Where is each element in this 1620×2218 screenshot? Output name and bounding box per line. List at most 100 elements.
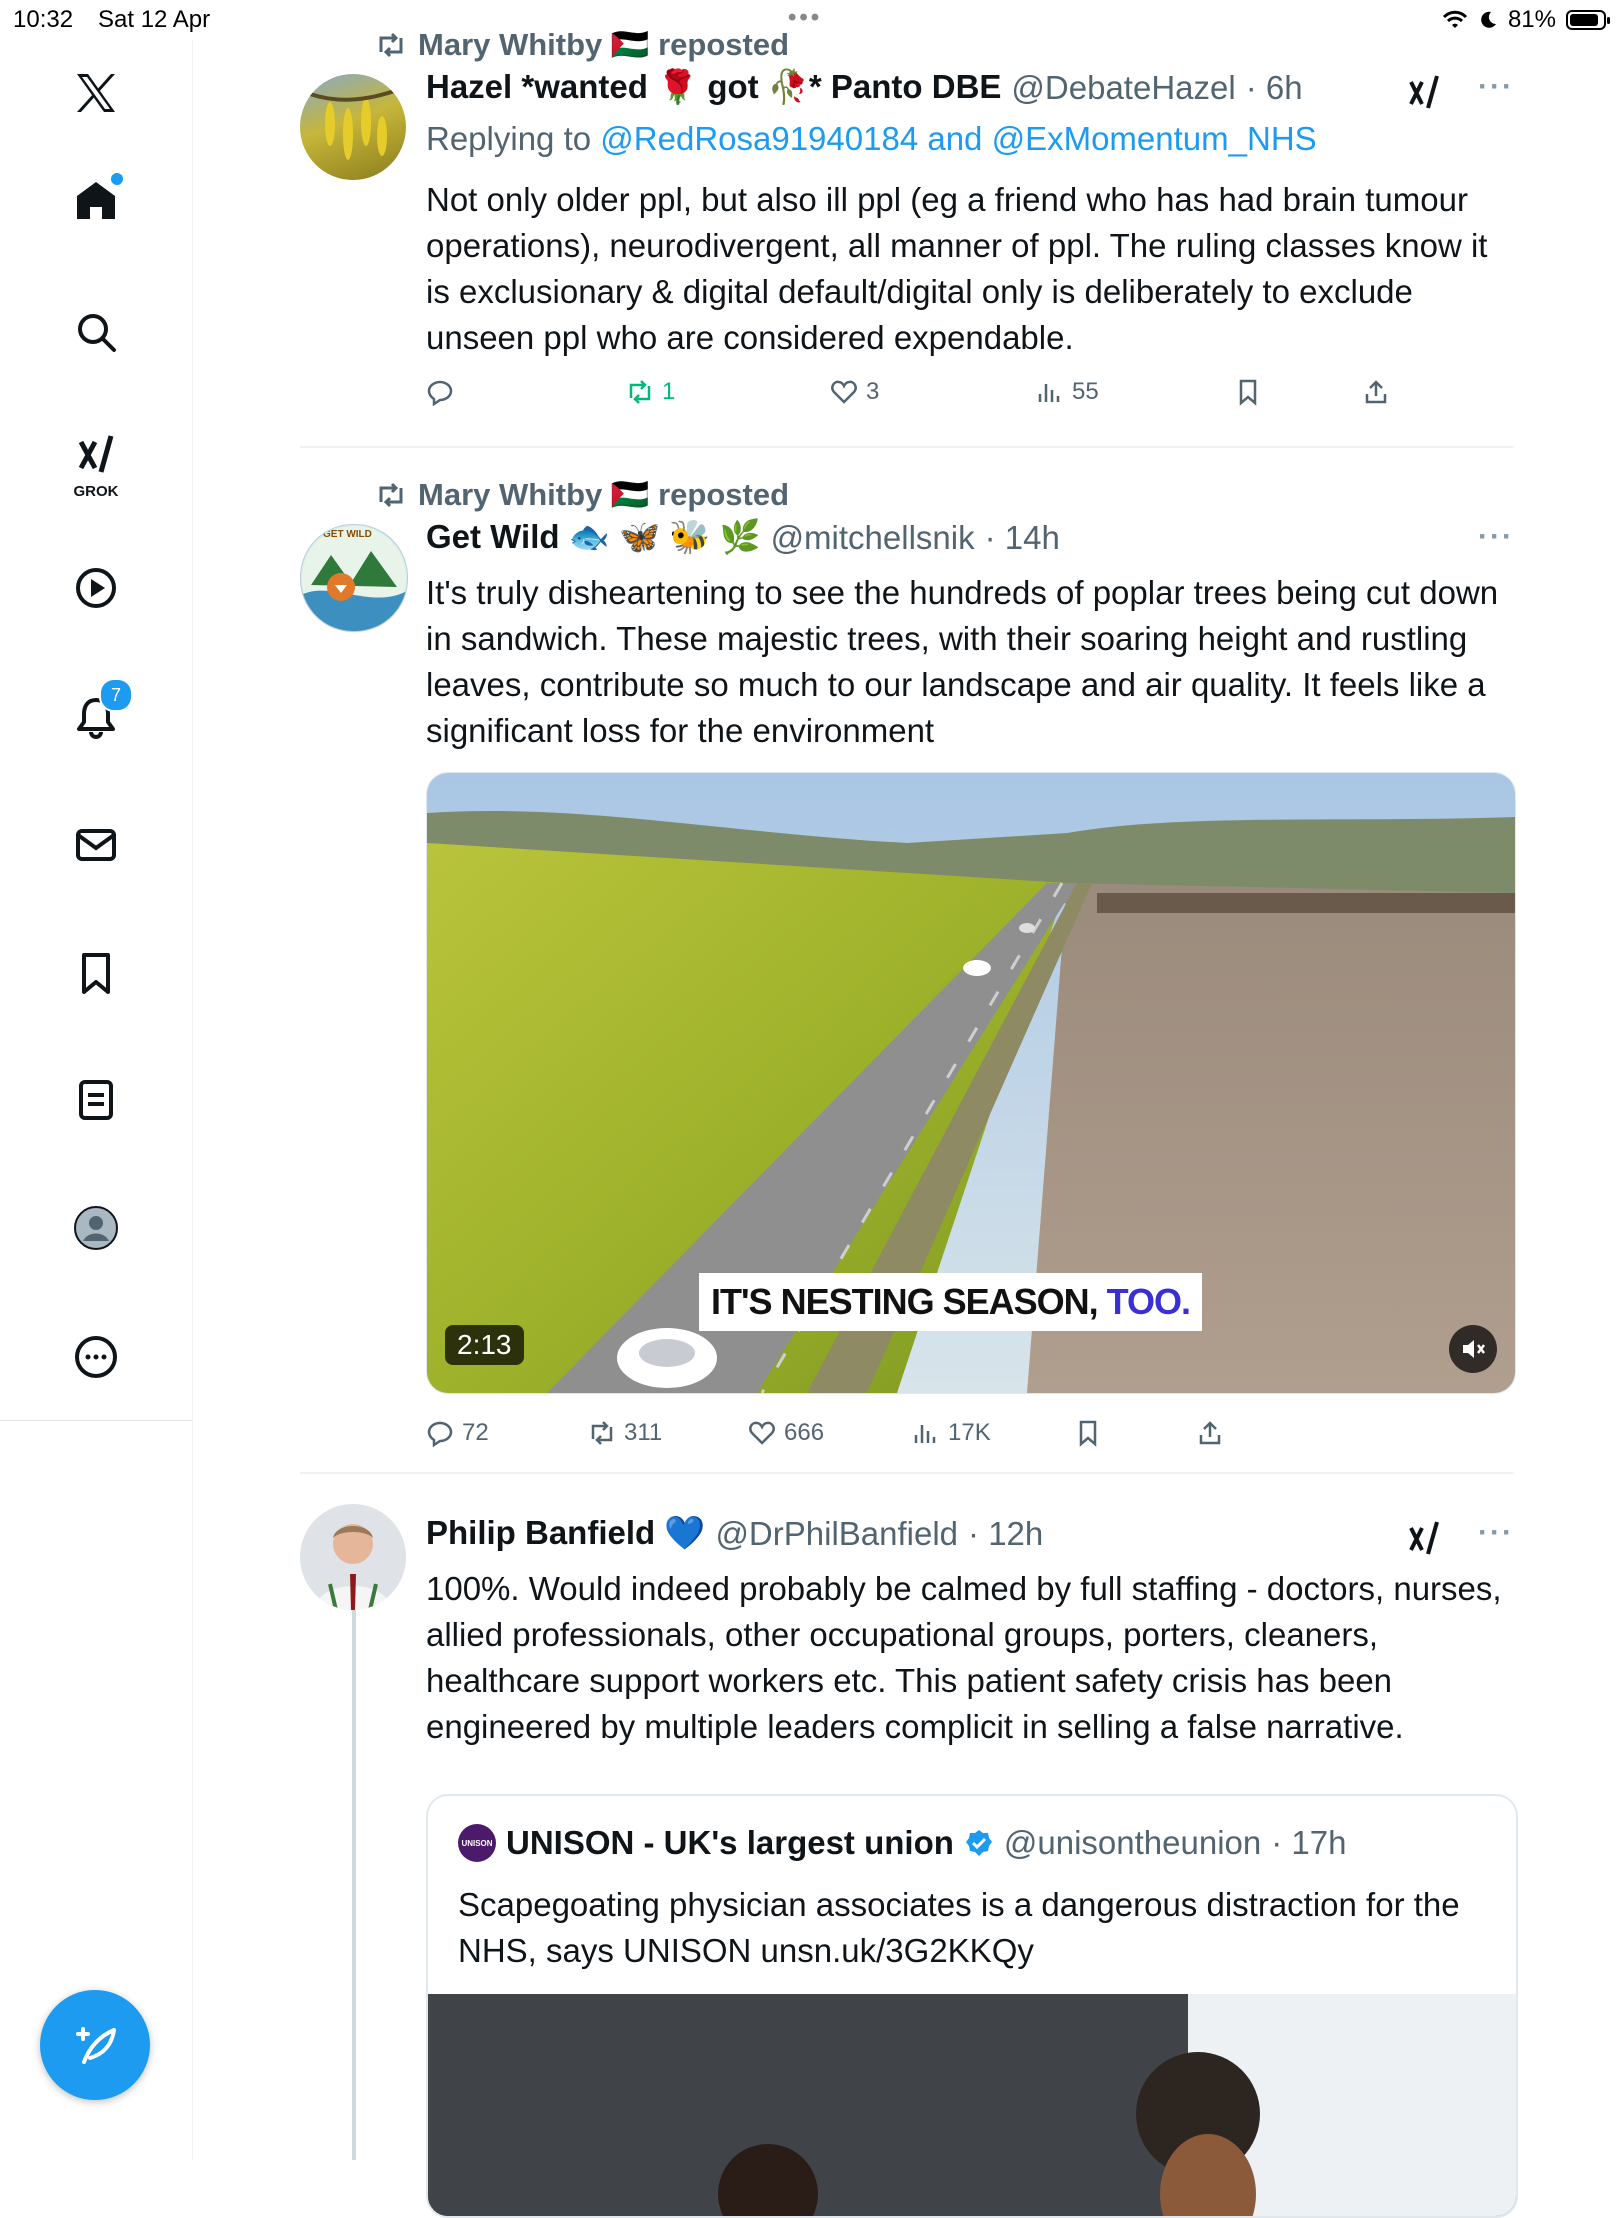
multitasking-dots-icon[interactable]: ••• — [788, 4, 822, 32]
share-button[interactable] — [1196, 1419, 1224, 1447]
more-options-icon[interactable]: ··· — [1478, 70, 1514, 104]
bookmark-button[interactable] — [1074, 1419, 1102, 1447]
bookmark-icon — [1239, 379, 1257, 406]
tweet-text: It's truly disheartening to see the hund… — [426, 574, 1499, 749]
like-button[interactable]: 3 — [830, 378, 879, 406]
lists-icon[interactable] — [61, 1065, 131, 1135]
more-options-icon[interactable]: ··· — [1478, 520, 1514, 554]
like-count: 666 — [784, 1419, 825, 1446]
display-name[interactable]: Get Wild 🐟 🦋 🐝 🌿 — [426, 518, 761, 557]
video-caption: IT'S NESTING SEASON, TOO. — [699, 1273, 1202, 1331]
views-chart-icon — [1038, 384, 1060, 402]
replying-to-links[interactable]: @RedRosa91940184 and @ExMomentum_NHS — [600, 120, 1316, 157]
tweet-text: Not only older ppl, but also ill ppl (eg… — [426, 181, 1488, 356]
verified-badge-icon — [965, 1830, 992, 1856]
bookmark-icon — [1079, 1420, 1097, 1447]
status-date: Sat 12 Apr — [98, 6, 211, 33]
quote-handle[interactable]: @unisontheunion — [1004, 1824, 1261, 1862]
quote-header: UNISON UNISON - UK's largest union @unis… — [458, 1824, 1346, 1862]
avatar-badge: GET WILD — [323, 529, 372, 540]
reply-count: 72 — [462, 1419, 489, 1446]
status-right: 81% — [1442, 6, 1610, 34]
repost-icon — [629, 380, 651, 404]
views-button[interactable]: 17K — [912, 1419, 991, 1447]
profile-avatar-icon[interactable] — [61, 1193, 131, 1263]
video-caption-main: IT'S NESTING SEASON, — [711, 1281, 1099, 1322]
views-count: 55 — [1072, 378, 1099, 405]
quote-display-name[interactable]: UNISON - UK's largest union — [506, 1824, 954, 1862]
share-button[interactable] — [1362, 378, 1390, 406]
quote-avatar[interactable]: UNISON — [458, 1824, 496, 1862]
avatar[interactable]: GET WILD — [300, 524, 408, 632]
moon-icon — [1481, 11, 1496, 28]
grok-explain-icon[interactable] — [1406, 74, 1442, 110]
quote-image — [428, 1994, 1516, 2216]
status-time: 10:32 — [13, 6, 74, 33]
views-button[interactable]: 55 — [1036, 378, 1099, 406]
like-count: 3 — [866, 378, 880, 405]
repost-count: 1 — [662, 378, 676, 405]
wifi-icon — [1442, 10, 1468, 28]
reply-button[interactable]: 72 — [426, 1419, 489, 1447]
messages-mail-icon[interactable] — [61, 810, 131, 880]
avatar[interactable] — [300, 1504, 406, 1610]
handle[interactable]: @DebateHazel — [1011, 69, 1235, 107]
views-count: 17K — [948, 1419, 991, 1446]
video-player[interactable]: IT'S NESTING SEASON, TOO. 2:13 — [426, 772, 1516, 1394]
video-duration: 2:13 — [445, 1325, 524, 1365]
quoted-tweet[interactable]: UNISON UNISON - UK's largest union @unis… — [426, 1794, 1518, 2218]
quote-text: Scapegoating physician associates is a d… — [458, 1886, 1460, 1969]
display-name[interactable]: Philip Banfield 💙 — [426, 1514, 705, 1553]
bookmarks-icon[interactable] — [61, 938, 131, 1008]
repost-by-text: Mary Whitby 🇵🇸 reposted — [418, 477, 790, 512]
reply-icon — [427, 380, 453, 406]
tweet-header: Philip Banfield 💙 @DrPhilBanfield · 12h — [426, 1514, 1043, 1553]
more-options-icon[interactable]: ··· — [1478, 1516, 1514, 1550]
notifications-badge: 7 — [99, 678, 133, 712]
search-icon[interactable] — [61, 297, 131, 367]
quote-timestamp[interactable]: · 17h — [1271, 1824, 1346, 1862]
x-logo-icon[interactable] — [61, 58, 131, 128]
status-bar: 10:32 Sat 12 Apr ••• 81% — [0, 0, 1620, 40]
notifications-bell-icon[interactable]: 7 — [61, 678, 133, 752]
timestamp[interactable]: · 6h — [1246, 69, 1303, 107]
share-icon — [1365, 380, 1387, 404]
repost-button[interactable]: 311 — [588, 1419, 662, 1447]
repost-icon — [591, 1421, 613, 1445]
repost-button[interactable]: 1 — [626, 378, 675, 406]
tweet-header: Hazel *wanted 🌹 got 🥀* Panto DBE @Debate… — [426, 68, 1303, 107]
views-chart-icon — [914, 1425, 936, 1443]
more-circle-icon[interactable] — [61, 1322, 131, 1392]
replying-prefix: Replying to — [426, 120, 592, 157]
video-play-icon[interactable] — [61, 553, 131, 623]
home-unread-dot — [111, 173, 123, 185]
tweet-divider — [300, 1472, 1514, 1474]
repost-icon — [379, 32, 403, 57]
reply-icon — [427, 1421, 453, 1447]
battery-percent: 81% — [1507, 6, 1556, 33]
grok-explain-icon[interactable] — [1406, 1520, 1442, 1556]
home-icon[interactable] — [61, 165, 131, 235]
handle[interactable]: @DrPhilBanfield — [715, 1515, 958, 1553]
video-caption-accent: TOO. — [1097, 1281, 1191, 1322]
avatar[interactable] — [300, 74, 406, 180]
sidebar-separator — [0, 1420, 192, 1421]
repost-indicator: Mary Whitby 🇵🇸 reposted — [376, 26, 789, 63]
bookmark-button[interactable] — [1234, 378, 1262, 406]
repost-icon — [379, 482, 403, 507]
grok-label: GROK — [73, 483, 119, 500]
like-button[interactable]: 666 — [748, 1419, 824, 1447]
repost-by-text: Mary Whitby 🇵🇸 reposted — [418, 27, 790, 62]
handle[interactable]: @mitchellsnik — [771, 519, 975, 557]
heart-icon — [749, 1421, 775, 1445]
timestamp[interactable]: · 12h — [968, 1515, 1043, 1553]
mute-button[interactable] — [1449, 1325, 1497, 1373]
replying-to: Replying to @RedRosa91940184 and @ExMome… — [426, 120, 1317, 158]
tweet-divider — [300, 446, 1514, 448]
compose-button[interactable] — [40, 1990, 150, 2100]
display-name[interactable]: Hazel *wanted 🌹 got 🥀* Panto DBE — [426, 68, 1001, 107]
timestamp[interactable]: · 14h — [985, 519, 1060, 557]
tweet-text: 100%. Would indeed probably be calmed by… — [426, 1570, 1502, 1745]
grok-icon[interactable]: GROK — [61, 420, 131, 500]
reply-button[interactable] — [426, 378, 462, 406]
